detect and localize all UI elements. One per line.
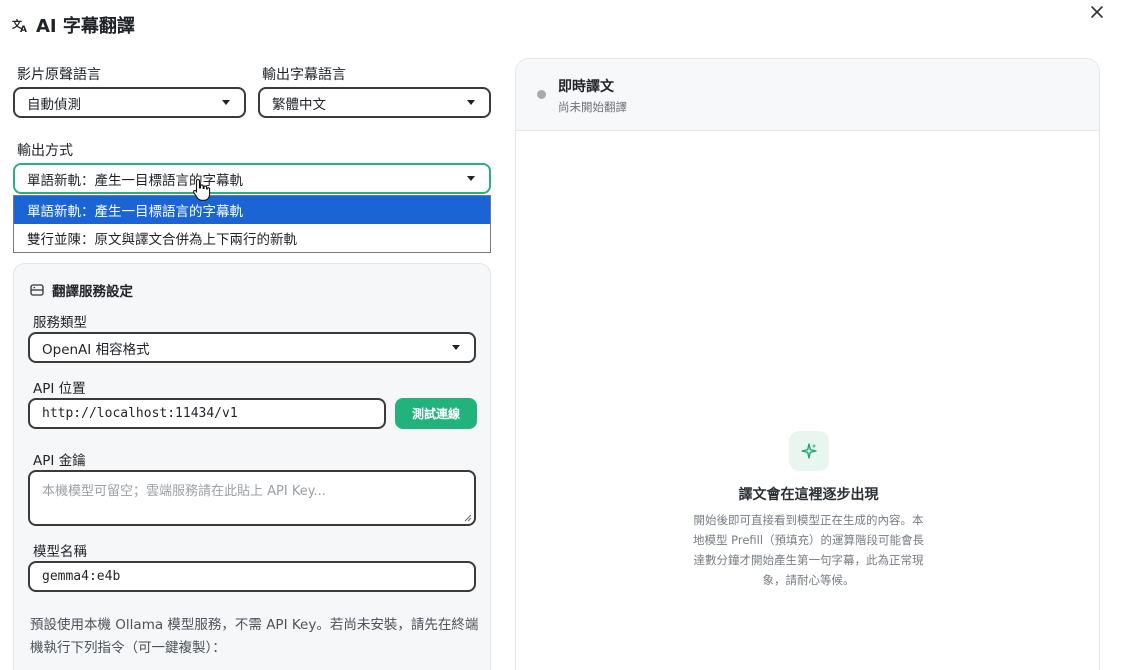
server-icon: [30, 284, 44, 296]
model-name-value: gemma4:e4b: [42, 569, 121, 584]
target-language-value: 繁體中文: [272, 96, 326, 113]
output-mode-label: 輸出方式: [17, 143, 73, 159]
translate-icon: 文 A: [12, 17, 28, 33]
source-language-value: 自動偵測: [27, 96, 81, 113]
resize-grip-icon[interactable]: [464, 514, 472, 522]
close-icon: [1091, 6, 1103, 18]
ollama-hint: 預設使用本機 Ollama 模型服務，不需 API Key。若尚未安裝，請先在終…: [30, 617, 479, 656]
service-settings-panel: 翻譯服務設定 服務類型 OpenAI 相容格式 API 位置 http://lo…: [13, 263, 491, 670]
output-mode-option-dual[interactable]: 雙行並陳：原文與譯文合併為上下兩行的新軌: [14, 224, 490, 252]
test-connection-button[interactable]: 測試連線: [395, 398, 477, 429]
service-type-value: OpenAI 相容格式: [42, 341, 150, 358]
model-name-label: 模型名稱: [33, 544, 87, 560]
source-language-label: 影片原聲語言: [17, 67, 101, 83]
service-settings-heading: 翻譯服務設定: [30, 280, 133, 300]
api-url-value: http://localhost:11434/v1: [42, 406, 238, 421]
hand-pointer-icon: [192, 178, 212, 206]
source-language-select[interactable]: 自動偵測: [13, 87, 246, 118]
output-mode-option-single[interactable]: 單語新軌：產生一目標語言的字幕軌: [14, 196, 490, 224]
close-button[interactable]: [1087, 2, 1107, 22]
live-translation-header: 即時譯文 尚未開始翻譯: [516, 59, 1099, 131]
api-key-textarea[interactable]: 本機模型可留空；雲端服務請在此貼上 API Key...: [28, 470, 476, 526]
empty-state-description: 開始後即可直接看到模型正在生成的內容。本地模型 Prefill（預填充）的運算階…: [692, 513, 925, 587]
target-language-label: 輸出字幕語言: [262, 67, 346, 83]
chevron-down-icon: [452, 345, 460, 350]
api-url-input[interactable]: http://localhost:11434/v1: [28, 398, 386, 429]
model-name-input[interactable]: gemma4:e4b: [28, 561, 476, 592]
chevron-down-icon: [222, 100, 230, 105]
api-key-label: API 金鑰: [33, 453, 86, 469]
svg-text:A: A: [20, 25, 27, 33]
dialog-title: 文 A AI 字幕翻譯: [12, 12, 135, 38]
service-type-select[interactable]: OpenAI 相容格式: [28, 332, 476, 363]
live-translation-title: 即時譯文: [558, 79, 614, 95]
service-type-label: 服務類型: [33, 315, 87, 331]
chevron-down-icon: [467, 176, 475, 181]
output-mode-dropdown: 單語新軌：產生一目標語言的字幕軌 雙行並陳：原文與譯文合併為上下兩行的新軌: [13, 195, 491, 253]
api-url-label: API 位置: [33, 381, 86, 397]
live-translation-status: 尚未開始翻譯: [558, 100, 627, 114]
sparkle-icon: [789, 431, 829, 471]
target-language-select[interactable]: 繁體中文: [258, 87, 491, 118]
dialog-title-text: AI 字幕翻譯: [36, 16, 135, 37]
empty-state-title: 譯文會在這裡逐步出現: [738, 487, 879, 503]
output-mode-select[interactable]: 單語新軌：產生一目標語言的字幕軌: [13, 163, 491, 194]
status-indicator: [537, 90, 546, 99]
live-translation-panel: 即時譯文 尚未開始翻譯 譯文會在這裡逐步出現 開始後即可直接看到模型正在生成的內…: [515, 58, 1100, 670]
chevron-down-icon: [467, 100, 475, 105]
service-settings-title: 翻譯服務設定: [52, 284, 133, 300]
api-key-placeholder: 本機模型可留空；雲端服務請在此貼上 API Key...: [42, 484, 326, 499]
